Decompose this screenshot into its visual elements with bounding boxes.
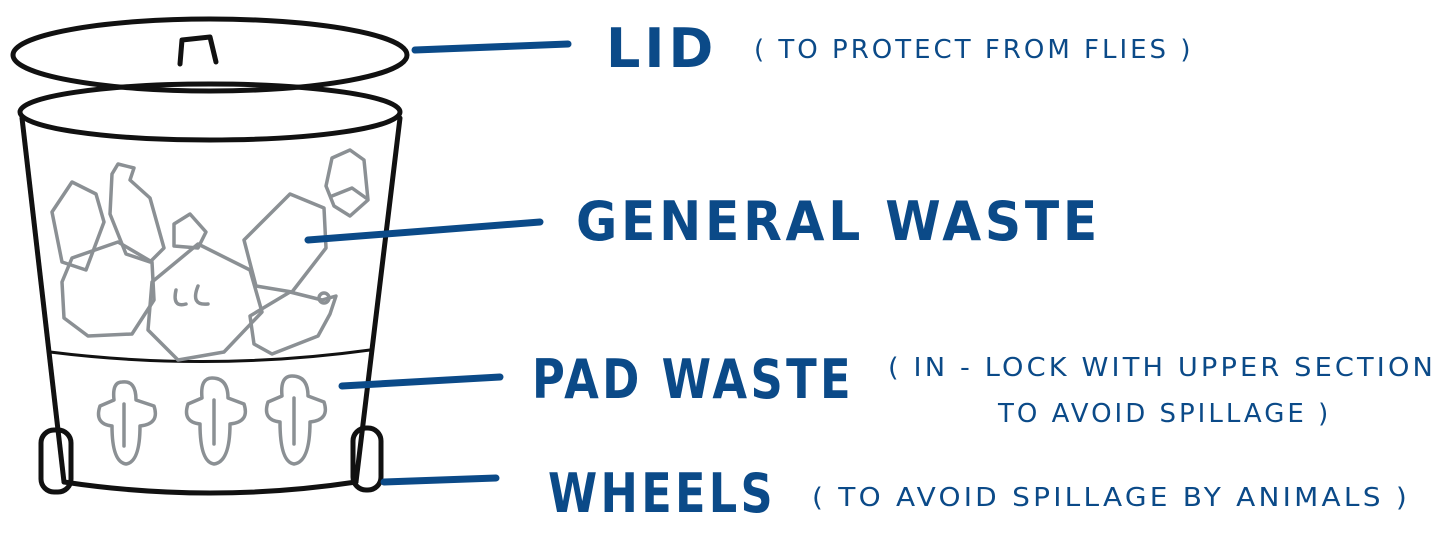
lid-leader-line (411, 40, 572, 54)
lid-label: LID (606, 17, 717, 80)
lid-note: ( TO PROTECT FROM FLIES ) (754, 35, 1193, 65)
sanitary-pad-icon (96, 380, 158, 466)
sanitary-pad-icon (184, 376, 248, 466)
pad-waste-label: PAD WASTE (532, 348, 854, 411)
general-waste-items (50, 148, 370, 362)
bottle-icon (108, 162, 166, 264)
sanitary-pad-icon (264, 374, 328, 466)
general-waste-leader-line (304, 218, 544, 244)
cup-icon (324, 148, 370, 218)
lid-handle (177, 34, 219, 67)
pad-waste-note-line1: ( IN - LOCK WITH UPPER SECTION (888, 353, 1436, 383)
bin-body (17, 81, 403, 496)
bin-lid (10, 16, 410, 94)
wheels-leader-line (380, 474, 500, 486)
bottle-icon (172, 212, 208, 250)
pad-waste-note-line2: TO AVOID SPILLAGE ) (997, 399, 1331, 429)
pad-waste-items (96, 374, 328, 466)
carton-icon (146, 242, 264, 362)
wheels-label: WHEELS (548, 462, 776, 525)
waste-bin-diagram: LID ( TO PROTECT FROM FLIES ) GENERAL WA… (10, 16, 1436, 525)
wheels-note: ( TO AVOID SPILLAGE BY ANIMALS ) (812, 483, 1410, 513)
bin-wheels (38, 425, 384, 495)
bag-icon (60, 240, 156, 338)
pad-waste-leader-line (338, 373, 504, 390)
general-waste-label: GENERAL WASTE (576, 190, 1101, 253)
